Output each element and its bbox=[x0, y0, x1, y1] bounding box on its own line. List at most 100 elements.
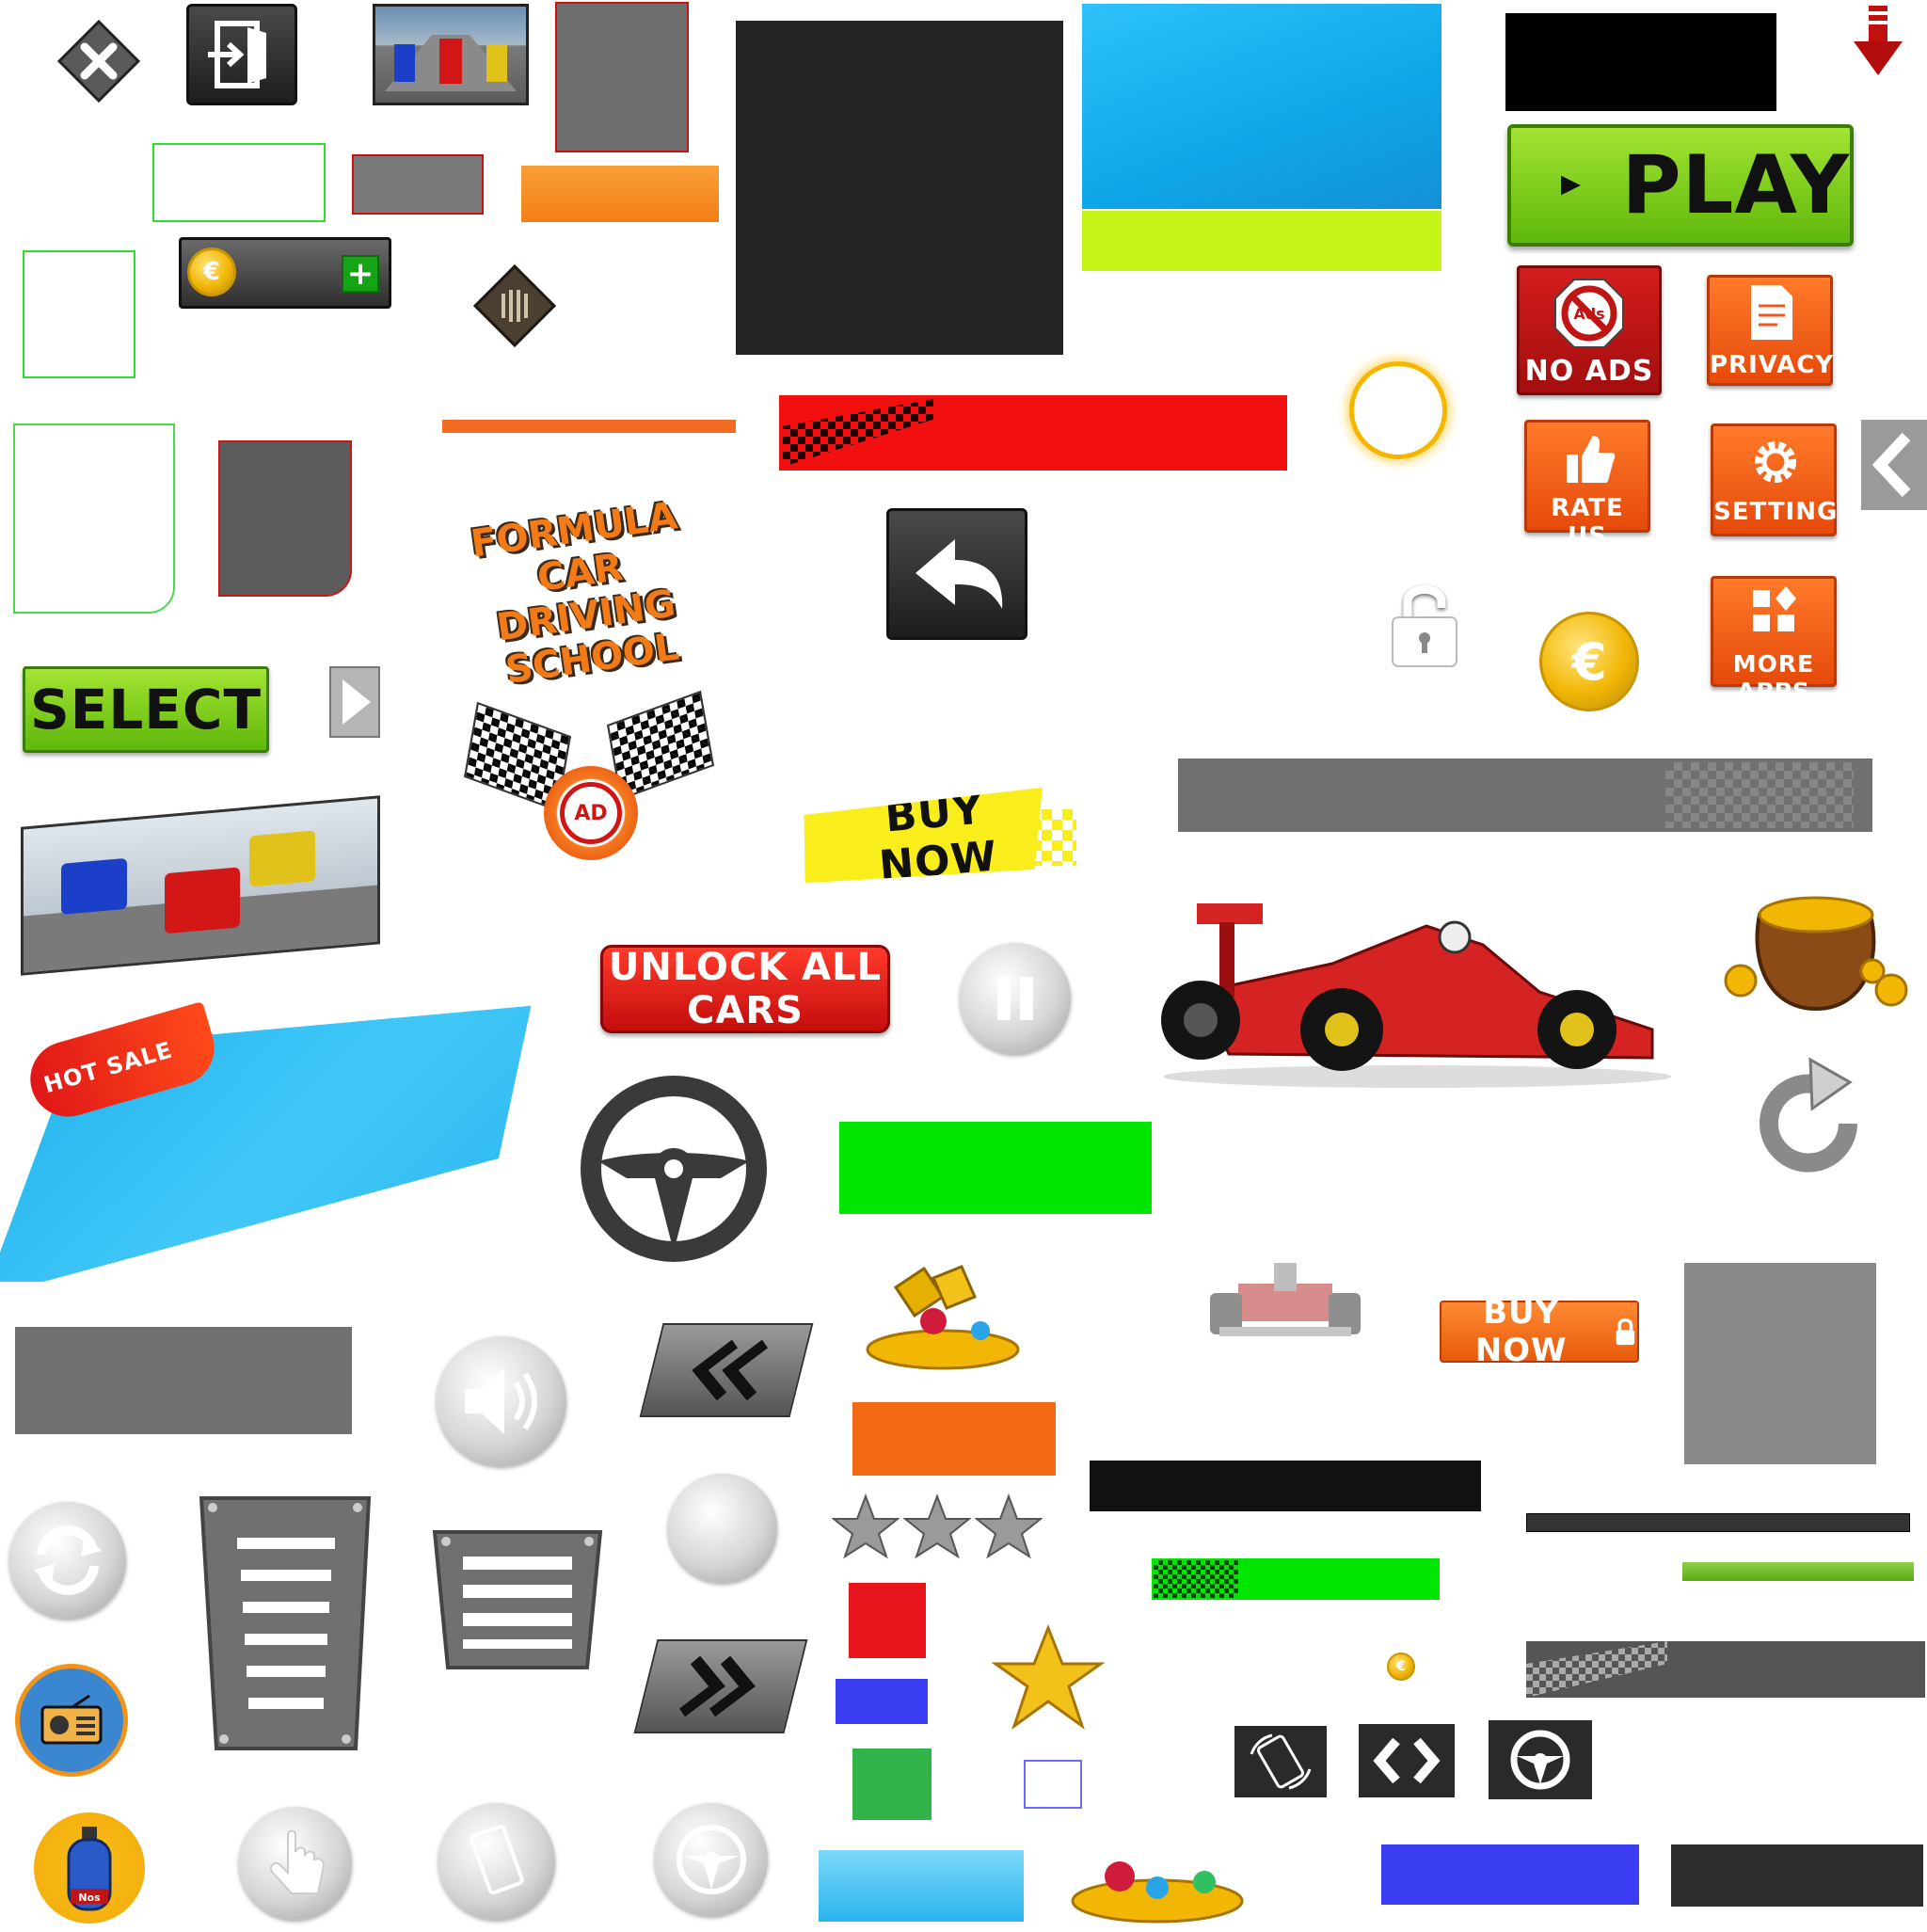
refresh-icon[interactable] bbox=[1754, 1048, 1876, 1180]
euro-coin-tiny-icon: € bbox=[1387, 1653, 1415, 1681]
more-apps-button[interactable]: MORE APPS bbox=[1711, 576, 1837, 705]
left-arrow-button[interactable] bbox=[1861, 420, 1927, 510]
race-banner-thumbnail bbox=[21, 795, 380, 976]
play-button[interactable]: PLAY bbox=[1507, 124, 1854, 247]
car-thumbnail[interactable] bbox=[373, 4, 529, 105]
settings-button[interactable]: SETTINGS bbox=[1711, 423, 1855, 536]
no-ads-icon: Ads bbox=[1554, 279, 1624, 348]
blue-panel bbox=[1082, 4, 1441, 209]
add-coins-button[interactable]: + bbox=[342, 255, 379, 293]
yellow-checker-accent bbox=[1011, 809, 1076, 866]
rate-us-button[interactable]: RATE US bbox=[1524, 420, 1650, 551]
rewind-button[interactable] bbox=[639, 1323, 814, 1417]
green-bar bbox=[839, 1122, 1152, 1214]
gold-star-icon bbox=[991, 1623, 1106, 1733]
speaker-icon bbox=[465, 1368, 537, 1434]
outline-card bbox=[13, 423, 175, 614]
steering-wheel-icon[interactable] bbox=[580, 1075, 768, 1263]
privacy-label: PRIVACY bbox=[1710, 351, 1835, 379]
nitro-button[interactable]: Nos bbox=[34, 1812, 145, 1924]
refresh-arrows-icon bbox=[34, 1525, 102, 1595]
gear-icon bbox=[1755, 441, 1796, 483]
document-icon bbox=[1751, 285, 1792, 340]
left-right-arrows-icon bbox=[1373, 1737, 1441, 1784]
steering-orb-button[interactable] bbox=[655, 1803, 768, 1916]
rotate-device-icon bbox=[1250, 1733, 1312, 1790]
more-apps-label: MORE APPS bbox=[1732, 650, 1815, 705]
outline-box-small bbox=[23, 250, 135, 378]
restart-button[interactable] bbox=[9, 1502, 126, 1619]
gray-block bbox=[15, 1327, 352, 1434]
green-square bbox=[852, 1748, 932, 1820]
close-icon[interactable] bbox=[56, 19, 141, 104]
blue-bar bbox=[1381, 1844, 1639, 1905]
pause-button[interactable] bbox=[960, 943, 1071, 1054]
rotate-device-button[interactable] bbox=[1234, 1726, 1327, 1797]
nitro-bottle-icon: Nos bbox=[67, 1827, 112, 1911]
double-chevron-left-icon bbox=[692, 1339, 768, 1401]
gray-bar-red-border bbox=[352, 154, 484, 215]
green-checkered-bar bbox=[1152, 1558, 1440, 1600]
thumbs-up-icon bbox=[1567, 436, 1616, 483]
tilt-control-button[interactable] bbox=[438, 1803, 555, 1920]
privacy-button[interactable]: PRIVACY bbox=[1707, 275, 1833, 386]
gray-panel bbox=[555, 2, 689, 152]
apps-grid-icon bbox=[1753, 586, 1796, 631]
buy-now-locked-label: BUY NOW bbox=[1474, 1294, 1568, 1369]
next-arrow-button[interactable] bbox=[329, 666, 380, 738]
star-rating bbox=[832, 1493, 1046, 1560]
light-blue-bar bbox=[819, 1850, 1024, 1922]
undo-arrow-icon bbox=[916, 539, 1003, 609]
glow-ring bbox=[1349, 361, 1447, 459]
svg-text:Ads: Ads bbox=[1573, 305, 1604, 323]
coin-counter-bar: € + bbox=[179, 237, 391, 309]
brake-pedal-icon[interactable] bbox=[194, 1491, 376, 1756]
select-button[interactable]: SELECT bbox=[23, 666, 269, 753]
euro-coin-large-icon: € bbox=[1539, 612, 1639, 711]
exit-icon[interactable] bbox=[186, 4, 297, 105]
gas-pedal-icon[interactable] bbox=[429, 1526, 606, 1673]
outline-box bbox=[152, 143, 326, 222]
blank-orb-button[interactable] bbox=[668, 1474, 777, 1583]
gray-checkered-bar bbox=[1178, 758, 1872, 832]
orange-line bbox=[442, 420, 736, 433]
black-bar-mid bbox=[1090, 1461, 1481, 1511]
lime-bar bbox=[1082, 211, 1441, 271]
gray-square bbox=[1684, 1263, 1876, 1464]
back-button[interactable] bbox=[886, 508, 1027, 640]
steering-control-button[interactable] bbox=[1489, 1720, 1592, 1799]
unlock-all-cars-button[interactable]: UNLOCK ALL CARS bbox=[600, 945, 890, 1033]
download-arrow-icon[interactable] bbox=[1850, 4, 1906, 79]
arrows-control-button[interactable] bbox=[1359, 1724, 1455, 1797]
star-empty-icon bbox=[975, 1493, 1043, 1559]
play-label: PLAY bbox=[1621, 138, 1850, 232]
f1-car-image bbox=[1144, 888, 1682, 1090]
grille-diamond-icon bbox=[472, 263, 557, 348]
radio-icon bbox=[40, 1694, 103, 1745]
dark-bar bbox=[1671, 1844, 1923, 1907]
no-ads-button[interactable]: Ads NO ADS bbox=[1517, 265, 1662, 395]
select-label: SELECT bbox=[29, 678, 263, 742]
svg-text:Nos: Nos bbox=[78, 1892, 101, 1904]
unlock-all-cars-label: UNLOCK ALL CARS bbox=[608, 946, 883, 1032]
game-logo: FORMULA CAR DRIVING SCHOOL bbox=[425, 488, 733, 692]
pause-icon bbox=[997, 977, 1033, 1020]
lock-icon bbox=[1387, 580, 1462, 670]
rate-us-label: RATE US bbox=[1551, 494, 1624, 551]
radio-button[interactable] bbox=[15, 1664, 128, 1777]
hand-pointer-icon bbox=[269, 1829, 326, 1894]
play-icon bbox=[1561, 175, 1581, 196]
star-empty-icon bbox=[903, 1493, 971, 1559]
sound-button[interactable] bbox=[437, 1336, 566, 1466]
hot-sale-banner: HOT SALE bbox=[0, 988, 542, 1282]
padlock-icon bbox=[1616, 1317, 1635, 1346]
fast-forward-button[interactable] bbox=[633, 1639, 808, 1733]
buy-now-locked-button[interactable]: BUY NOW bbox=[1440, 1294, 1639, 1369]
touch-control-button[interactable] bbox=[239, 1807, 352, 1920]
star-empty-icon bbox=[832, 1493, 900, 1559]
coin-sack-icon bbox=[1712, 877, 1916, 1018]
faded-car-image bbox=[1201, 1255, 1370, 1342]
checkered-flags-icon: AD bbox=[461, 690, 717, 875]
no-ad-badge-icon: AD bbox=[544, 766, 638, 860]
tilt-device-icon bbox=[470, 1824, 524, 1895]
